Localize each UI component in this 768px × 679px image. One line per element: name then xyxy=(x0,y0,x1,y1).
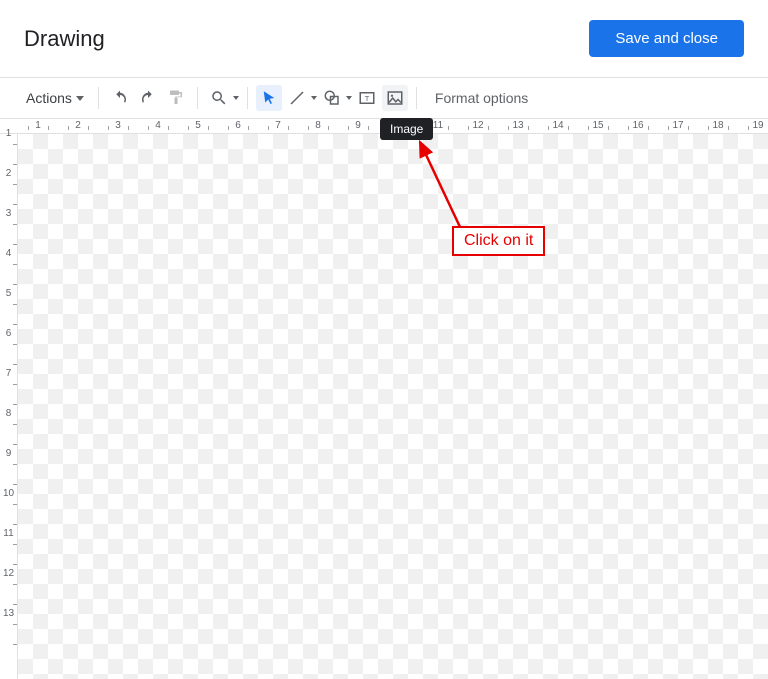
ruler-tick: 3 xyxy=(98,119,138,130)
undo-button[interactable] xyxy=(107,85,133,111)
ruler-tick: 2 xyxy=(58,119,98,130)
redo-icon xyxy=(139,89,157,107)
image-icon xyxy=(386,89,404,107)
redo-button[interactable] xyxy=(135,85,161,111)
separator xyxy=(98,87,99,109)
annotation-callout: Click on it xyxy=(452,226,545,256)
drawing-canvas[interactable] xyxy=(18,134,768,679)
save-and-close-button[interactable]: Save and close xyxy=(589,20,744,57)
separator xyxy=(416,87,417,109)
toolbar: Actions xyxy=(0,78,768,118)
caret-down-icon xyxy=(311,96,317,100)
textbox-icon: T xyxy=(358,89,376,107)
ruler-tick: 19 xyxy=(738,119,768,130)
ruler-tick: 16 xyxy=(618,119,658,130)
ruler-tick: 17 xyxy=(658,119,698,130)
shape-icon xyxy=(323,89,341,107)
zoom-icon xyxy=(210,89,228,107)
dialog-header: Drawing Save and close xyxy=(0,0,768,78)
textbox-tool-button[interactable]: T xyxy=(354,85,380,111)
ruler-tick: 12 xyxy=(458,119,498,130)
ruler-tick: 18 xyxy=(698,119,738,130)
ruler-tick: 6 xyxy=(218,119,258,130)
ruler-tick: 9 xyxy=(338,119,378,130)
line-icon xyxy=(288,89,306,107)
image-tool-button[interactable] xyxy=(382,85,408,111)
ruler-tick: 5 xyxy=(178,119,218,130)
ruler-tick: 13 xyxy=(0,614,17,654)
undo-icon xyxy=(111,89,129,107)
ruler-tick: 13 xyxy=(498,119,538,130)
zoom-dropdown[interactable] xyxy=(206,85,239,111)
actions-menu-label: Actions xyxy=(26,90,72,106)
line-tool-dropdown[interactable] xyxy=(284,85,317,111)
separator xyxy=(197,87,198,109)
format-options-button[interactable]: Format options xyxy=(435,90,528,106)
ruler-tick: 8 xyxy=(298,119,338,130)
paint-roller-icon xyxy=(167,89,185,107)
actions-menu[interactable]: Actions xyxy=(20,86,90,110)
separator xyxy=(247,87,248,109)
caret-down-icon xyxy=(233,96,239,100)
shape-tool-dropdown[interactable] xyxy=(319,85,352,111)
ruler-tick: 14 xyxy=(538,119,578,130)
ruler-tick: 7 xyxy=(258,119,298,130)
select-tool-button[interactable] xyxy=(256,85,282,111)
caret-down-icon xyxy=(76,96,84,101)
svg-text:T: T xyxy=(365,94,370,103)
dialog-title: Drawing xyxy=(24,26,105,52)
paint-format-button[interactable] xyxy=(163,85,189,111)
cursor-icon xyxy=(260,89,278,107)
ruler-tick: 1 xyxy=(18,119,58,130)
caret-down-icon xyxy=(346,96,352,100)
vertical-ruler: 12345678910111213 xyxy=(0,134,18,679)
ruler-tick: 15 xyxy=(578,119,618,130)
ruler-tick: 4 xyxy=(138,119,178,130)
image-tooltip: Image xyxy=(380,118,433,140)
